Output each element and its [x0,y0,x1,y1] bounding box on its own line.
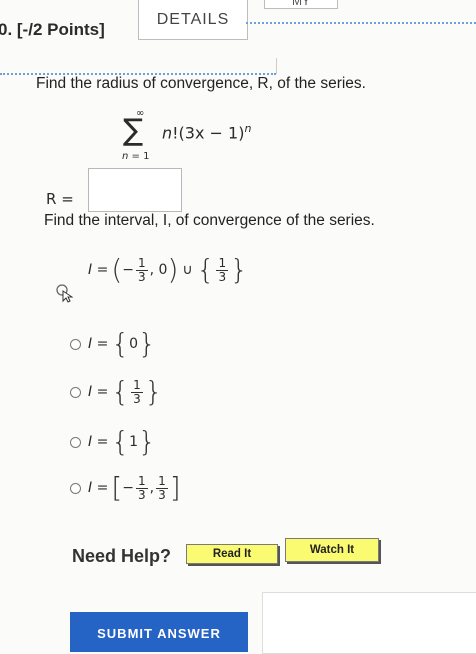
radio-button[interactable] [70,386,81,398]
interval-prompt: Find the interval, I, of convergence of … [44,212,375,229]
feedback-panel [262,592,476,654]
fraction: 13 [135,473,148,502]
interval-option-1[interactable]: I = (− 13 , 0) ∪ {1 3} [70,256,248,284]
sum-lower-limit: n = 1 [122,151,150,162]
union-symbol: ∪ [182,262,193,278]
option-label: I = [88,384,109,400]
fraction: 13 [131,377,143,406]
option-label: I = [88,262,109,278]
zero-value: , 0 [149,262,168,278]
comma: , [149,480,155,496]
minus-sign: − [122,480,134,496]
watch-it-button[interactable]: Watch It [285,538,379,562]
divider [276,58,277,74]
details-tab[interactable]: DETAILS [138,0,248,40]
fraction: 13 [216,255,229,284]
option-value: 1 [129,434,139,450]
option-label: I = [88,336,109,352]
option-label: I = [88,434,109,450]
fraction: 13 [156,473,168,502]
pointer-cursor-icon [56,284,73,303]
radio-button[interactable] [70,338,81,350]
option-label: I = [88,480,109,496]
read-it-button[interactable]: Read It [186,544,278,564]
submit-answer-button[interactable]: SUBMIT ANSWER [70,612,248,652]
fraction: 13 [135,255,148,284]
interval-option-4[interactable]: I = {1} [70,428,156,456]
radius-input[interactable] [88,168,182,212]
need-help-label: Need Help? [72,546,172,566]
radius-label: R = [46,190,74,208]
interval-option-5[interactable]: I = [− 13 , 1 3] [70,474,181,502]
minus-sign: − [122,262,134,278]
option-value: 0 [129,336,139,352]
summation-icon: ∑ [123,113,144,148]
radio-button[interactable] [70,482,81,494]
interval-option-3[interactable]: I = {1 3} [70,378,163,406]
my-tab[interactable]: MY [264,0,338,9]
radio-button[interactable] [70,436,81,448]
series-term: n!(3x − 1)n [162,122,252,143]
header-dotted-line [246,22,476,24]
interval-option-2[interactable]: I = {0} [70,330,156,358]
radius-prompt: Find the radius of convergence, R, of th… [36,75,366,92]
question-number: 0. [-/2 Points] [0,20,105,39]
